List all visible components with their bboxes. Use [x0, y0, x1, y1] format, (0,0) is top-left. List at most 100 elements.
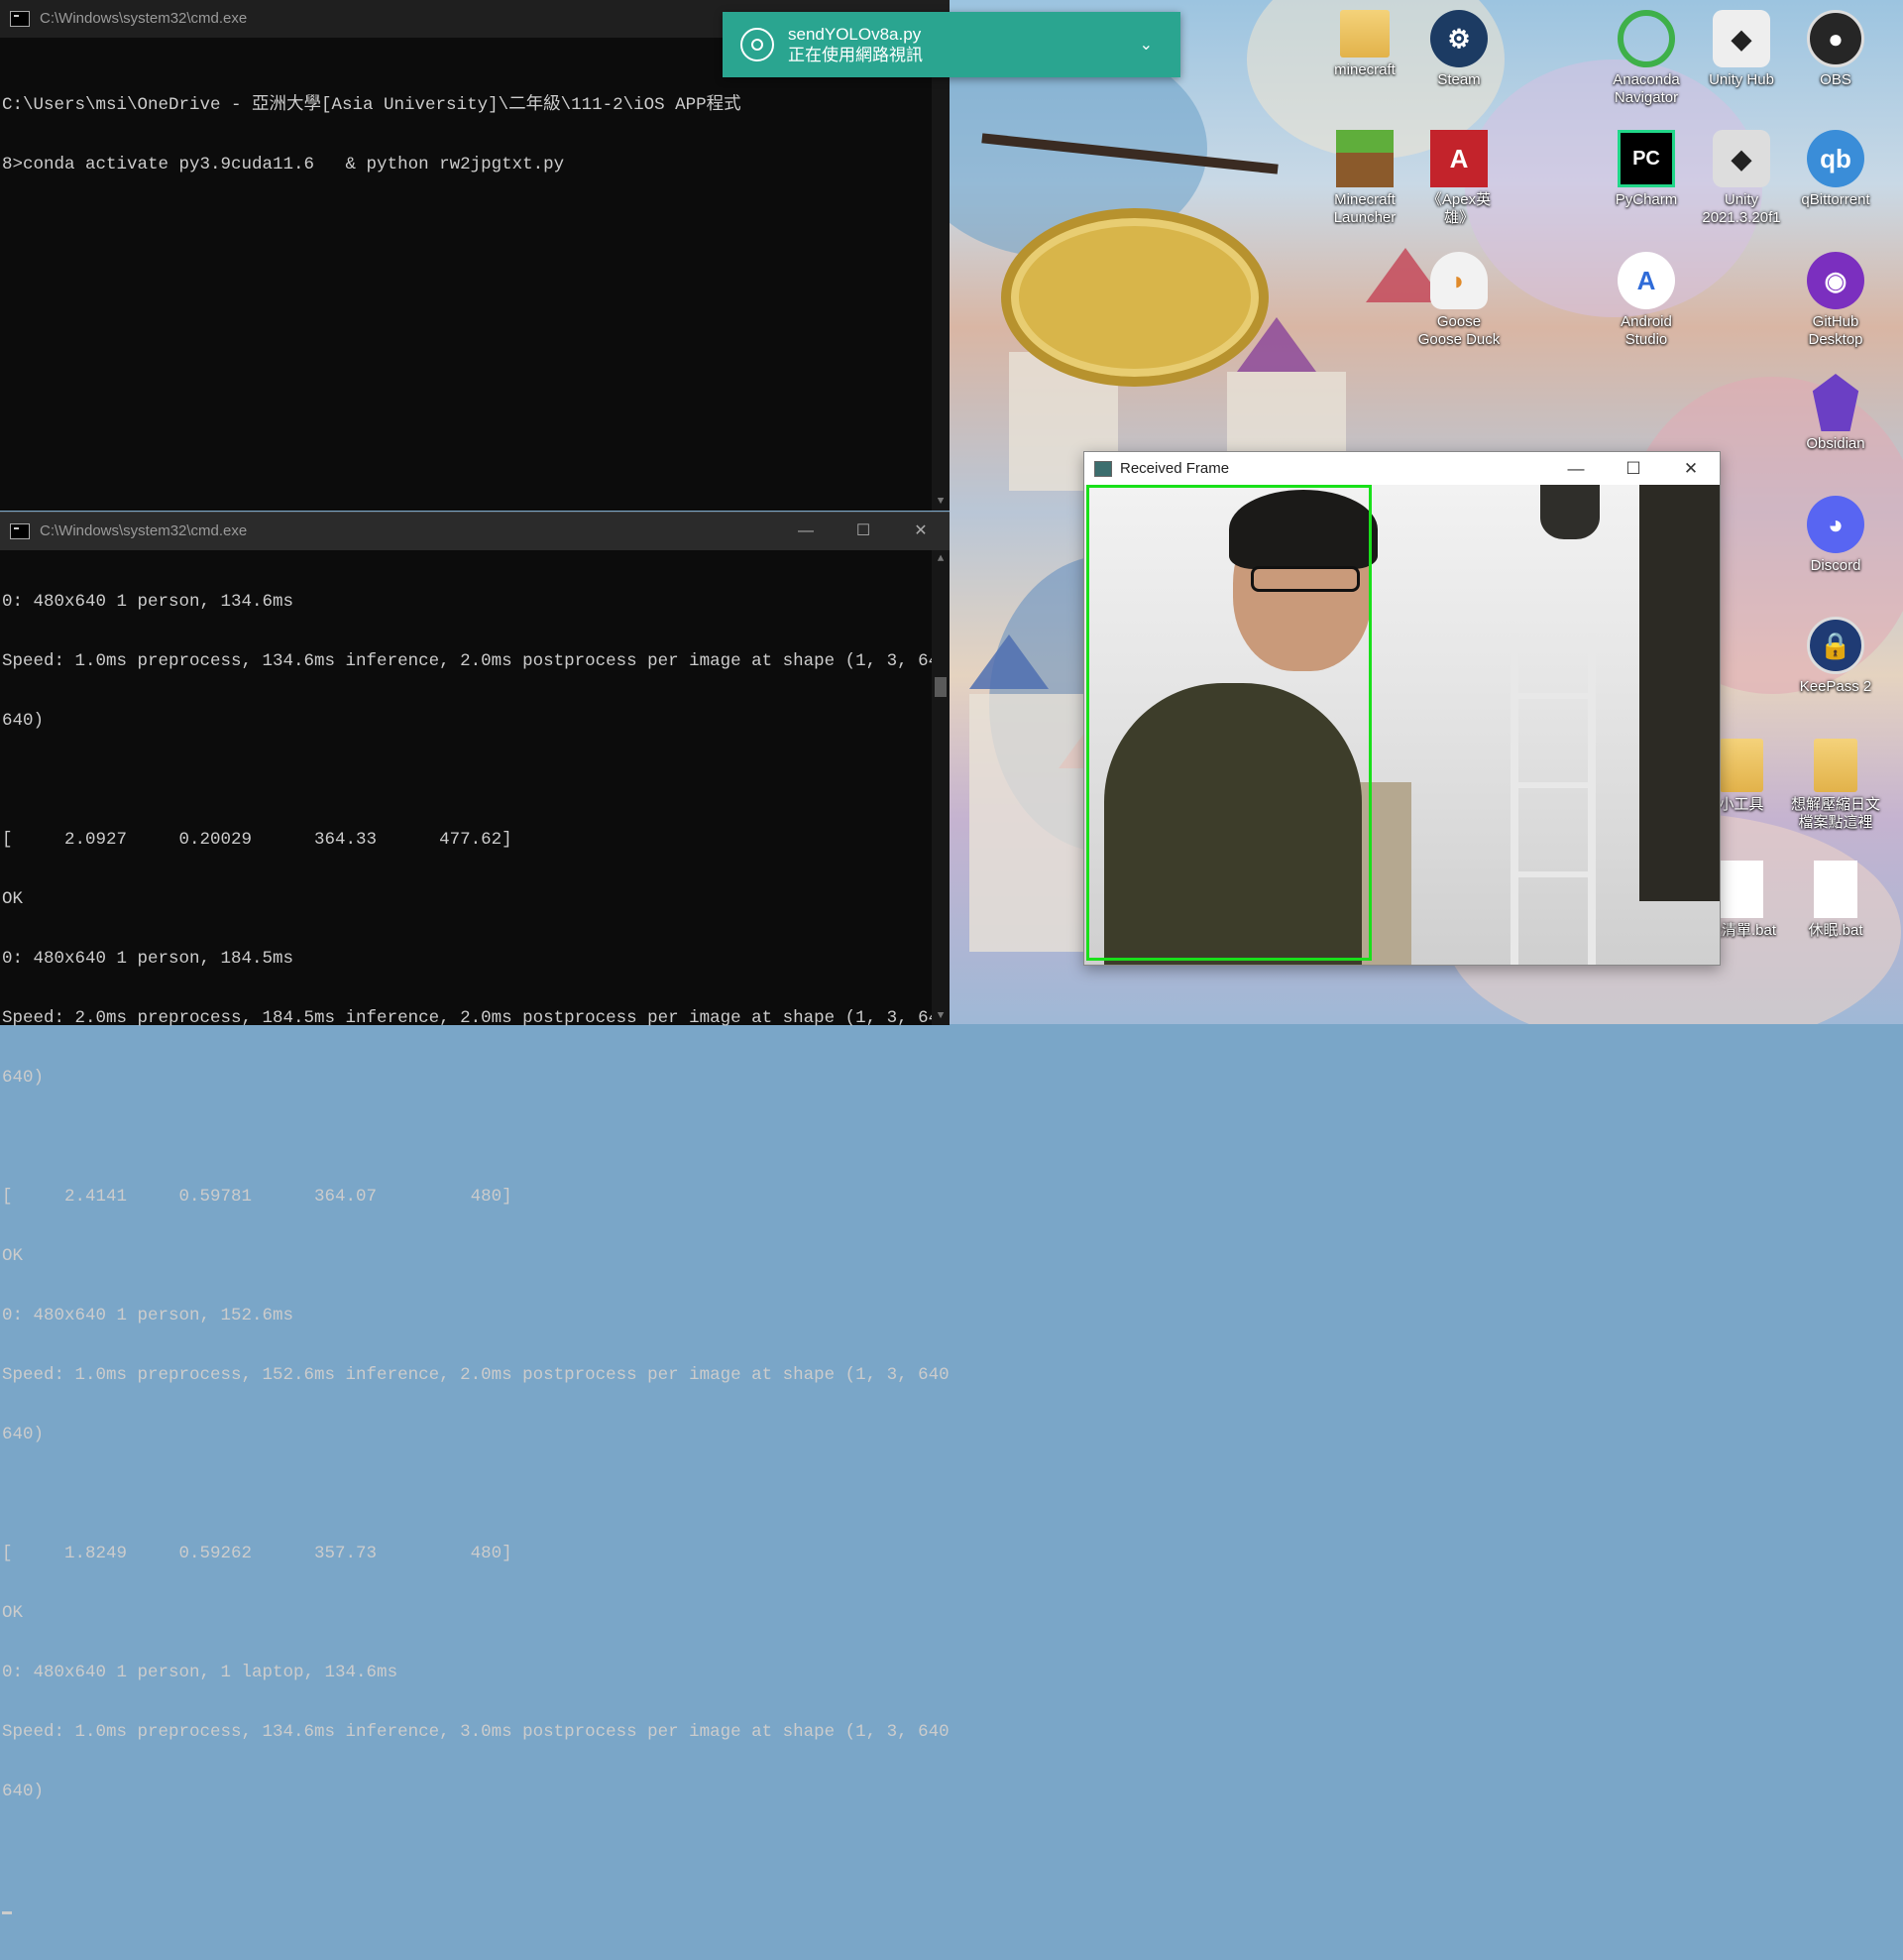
maximize-button[interactable]: ☐: [1605, 452, 1662, 485]
unity-icon: ◆: [1713, 130, 1770, 187]
webcam-frame: [1084, 485, 1720, 965]
desktop-icon-obsidian[interactable]: Obsidian: [1790, 374, 1881, 453]
desktop-icon-unity[interactable]: ◆ Unity 2021.3.20f1: [1696, 130, 1787, 227]
maximize-button[interactable]: ☐: [835, 513, 892, 550]
console-line: Speed: 1.0ms preprocess, 134.6ms inferen…: [2, 1722, 950, 1742]
unity-hub-icon: ◆: [1713, 10, 1770, 67]
desktop-icon-android-studio[interactable]: A Android Studio: [1601, 252, 1692, 349]
console-line: 0: 480x640 1 person, 134.6ms: [2, 592, 294, 612]
hanging-coat: [1639, 485, 1720, 901]
desktop-icon-label: minecraft: [1334, 61, 1396, 78]
frame-app-icon: [1094, 460, 1112, 477]
chevron-down-icon[interactable]: ⌄: [1140, 35, 1153, 55]
desktop-icon-anaconda[interactable]: Anaconda Navigator: [1601, 10, 1692, 107]
desktop-icon-sleep-bat[interactable]: 休眠.bat: [1790, 861, 1881, 940]
github-icon: ◉: [1807, 252, 1864, 309]
pycharm-icon: PC: [1618, 130, 1675, 187]
webcam-icon: [740, 28, 774, 61]
desktop-icon-apex[interactable]: A 《Apex英 雄》: [1413, 130, 1505, 227]
desktop-icon-label: PyCharm: [1615, 191, 1678, 208]
webcam-in-use-notification[interactable]: sendYOLOv8a.py 正在使用網路視訊 ⌄: [723, 12, 1180, 77]
desktop-icon-label: 休眠.bat: [1808, 922, 1863, 939]
close-button[interactable]: ✕: [892, 513, 950, 550]
room-ladder: [1511, 634, 1596, 965]
console-cursor-line: [2, 1901, 950, 1920]
desktop-icon-label: 小工具: [1719, 796, 1764, 813]
android-studio-icon: A: [1618, 252, 1675, 309]
frame-titlebar[interactable]: Received Frame — ☐ ✕: [1084, 452, 1720, 485]
scroll-down-icon[interactable]: ▼: [932, 493, 950, 511]
desktop-icon-label: OBS: [1820, 71, 1851, 88]
frame-title: Received Frame: [1120, 460, 1230, 477]
console-line: Speed: 1.0ms preprocess, 134.6ms inferen…: [2, 651, 950, 671]
desktop-icon-steam[interactable]: ⚙ Steam: [1413, 10, 1505, 89]
desktop-icon-label: KeePass 2: [1799, 678, 1872, 695]
scroll-down-icon[interactable]: ▼: [932, 1007, 950, 1025]
desktop-icon-label: GitHub Desktop: [1808, 313, 1863, 348]
console-line: [ 1.8249 0.59262 357.73 480]: [2, 1544, 512, 1563]
desktop-icon-github-desktop[interactable]: ◉ GitHub Desktop: [1790, 252, 1881, 349]
desktop-icon-unity-hub[interactable]: ◆ Unity Hub: [1696, 10, 1787, 89]
desktop-icon-label: Obsidian: [1806, 435, 1865, 452]
cmd-app-icon: [10, 523, 30, 539]
minecraft-icon: [1336, 130, 1394, 187]
text-cursor: [2, 1911, 12, 1914]
desktop-icon-unzip-folder[interactable]: 想解壓縮日文 檔案點這裡: [1790, 739, 1881, 832]
received-frame-window[interactable]: Received Frame — ☐ ✕: [1083, 451, 1721, 966]
desktop-icon-label: Android Studio: [1621, 313, 1672, 348]
minimize-button[interactable]: —: [777, 513, 835, 550]
discord-icon: ◕: [1807, 496, 1864, 553]
desktop-icon-label: qBittorrent: [1801, 191, 1870, 208]
desktop-icon-qbittorrent[interactable]: qb qBittorrent: [1790, 130, 1881, 209]
console-output[interactable]: 0: 480x640 1 person, 134.6ms Speed: 1.0m…: [0, 550, 950, 1960]
anaconda-icon: [1618, 10, 1675, 67]
desktop-icon-keepass[interactable]: 🔒 KeePass 2: [1790, 617, 1881, 696]
qbittorrent-icon: qb: [1807, 130, 1864, 187]
cmd-title: C:\Windows\system32\cmd.exe: [40, 522, 248, 539]
desktop-icon-minecraft-folder[interactable]: minecraft: [1319, 10, 1410, 79]
desktop-icon-label: 想解壓縮日文 檔案點這裡: [1790, 796, 1880, 831]
scroll-up-icon[interactable]: ▲: [932, 550, 950, 568]
console-line: 640): [2, 1782, 45, 1801]
obsidian-icon: [1812, 374, 1859, 431]
folder-icon: [1814, 739, 1857, 792]
wallpaper-sign: [1001, 208, 1269, 387]
keepass-icon: 🔒: [1807, 617, 1864, 674]
cmd-title: C:\Windows\system32\cmd.exe: [40, 10, 248, 27]
desktop-icon-label: 《Apex英 雄》: [1426, 191, 1492, 226]
console-line: 0: 480x640 1 person, 184.5ms: [2, 949, 294, 969]
desktop-icon-label: Anaconda Navigator: [1613, 71, 1680, 106]
notification-app-name: sendYOLOv8a.py: [788, 25, 922, 44]
desktop-icon-label: Minecraft Launcher: [1333, 191, 1397, 226]
desktop-icon-label: Discord: [1810, 557, 1861, 574]
minimize-button[interactable]: —: [1547, 452, 1605, 485]
desktop-icon-minecraft-launcher[interactable]: Minecraft Launcher: [1319, 130, 1410, 227]
console-line: C:\Users\msi\OneDrive - 亞洲大學[Asia Univer…: [2, 95, 741, 115]
desktop-icon-discord[interactable]: ◕ Discord: [1790, 496, 1881, 575]
desktop-icon-obs[interactable]: ● OBS: [1790, 10, 1881, 89]
cmd-window-bottom[interactable]: C:\Windows\system32\cmd.exe — ☐ ✕ 0: 480…: [0, 512, 950, 1914]
console-line: OK: [2, 1246, 24, 1266]
desktop-icon-label: Steam: [1437, 71, 1481, 88]
console-line: 0: 480x640 1 person, 1 laptop, 134.6ms: [2, 1663, 398, 1682]
console-line: Speed: 2.0ms preprocess, 184.5ms inferen…: [2, 1008, 950, 1028]
console-line: 640): [2, 1068, 45, 1088]
scrollbar[interactable]: ▲ ▼: [932, 550, 950, 1025]
console-line: 640): [2, 711, 45, 731]
folder-icon: [1720, 739, 1763, 792]
hanging-clothes: [1540, 485, 1600, 539]
person-detection-box: [1086, 485, 1372, 961]
obs-icon: ●: [1807, 10, 1864, 67]
cmd-titlebar[interactable]: C:\Windows\system32\cmd.exe — ☐ ✕: [0, 513, 950, 550]
scrollbar-thumb[interactable]: [935, 677, 947, 697]
console-line: [ 2.0927 0.20029 364.33 477.62]: [2, 830, 512, 850]
scrollbar[interactable]: ▼: [932, 38, 950, 511]
desktop-icon-goose-goose-duck[interactable]: ◗ Goose Goose Duck: [1413, 252, 1505, 349]
console-line: [ 2.4141 0.59781 364.07 480]: [2, 1187, 512, 1207]
close-button[interactable]: ✕: [1662, 452, 1720, 485]
desktop-icon-pycharm[interactable]: PC PyCharm: [1601, 130, 1692, 209]
